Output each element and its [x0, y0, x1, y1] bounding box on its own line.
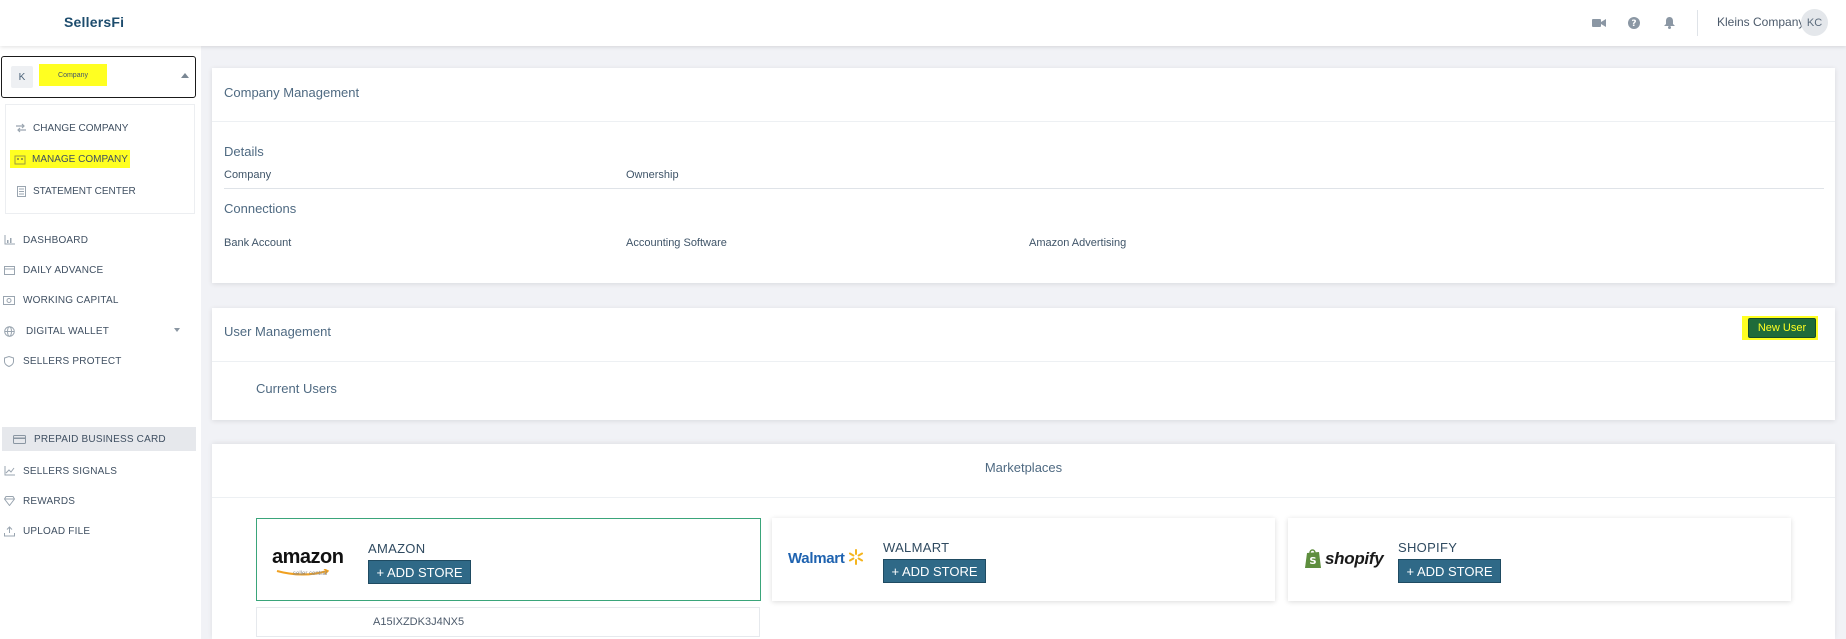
card-divider [212, 121, 1835, 122]
company-menu: CHANGE COMPANY MANAGE COMPANY STATEMENT … [5, 104, 195, 214]
bell-icon[interactable] [1659, 13, 1679, 33]
amazon-store-id: A15IXZDK3J4NX5 [373, 616, 465, 628]
connection-accounting-software[interactable]: Accounting Software [626, 237, 727, 249]
new-user-button[interactable]: New User [1748, 318, 1816, 338]
sidebar-item-label: UPLOAD FILE [23, 525, 91, 537]
sidebar-item-upload-file[interactable]: UPLOAD FILE [0, 519, 196, 543]
caret-up-icon [181, 73, 189, 78]
document-icon [13, 184, 29, 198]
svg-text:?: ? [1631, 19, 1636, 29]
menu-item-label: MANAGE COMPANY [32, 153, 128, 165]
company-avatar: K [11, 66, 33, 88]
sidebar-item-daily-advance[interactable]: DAILY ADVANCE [0, 258, 196, 282]
menu-item-statement-center[interactable]: STATEMENT CENTER [6, 180, 136, 202]
sidebar-item-label: REWARDS [23, 495, 76, 507]
connection-amazon-advertising[interactable]: Amazon Advertising [1029, 237, 1126, 249]
chart-icon [2, 233, 16, 247]
sidebar-item-sellers-signals[interactable]: SELLERS SIGNALS [0, 459, 196, 483]
calendar-icon [2, 263, 16, 277]
user-management-card: User Management New User Current Users [212, 308, 1835, 420]
sidebar-item-label: SELLERS SIGNALS [23, 465, 118, 477]
marketplaces-title: Marketplaces [984, 460, 1063, 475]
company-name: Company [39, 64, 107, 86]
user-management-title: User Management [224, 324, 331, 339]
add-store-button-walmart[interactable]: + ADD STORE [883, 559, 986, 583]
sidebar-item-label: DAILY ADVANCE [23, 264, 104, 276]
card-divider [212, 497, 1835, 498]
amazon-logo: amazon [272, 546, 344, 568]
amazon-store-row[interactable]: A15IXZDK3J4NX5 [256, 607, 760, 637]
company-selector[interactable]: K Company [1, 56, 196, 98]
top-bar: SellersFi ? Kleins Company KC [0, 0, 1846, 46]
sidebar-item-dashboard[interactable]: DASHBOARD [0, 228, 196, 252]
menu-item-label: STATEMENT CENTER [33, 185, 136, 197]
marketplace-name-amazon: AMAZON [368, 541, 426, 556]
sidebar-item-label: DIGITAL WALLET [26, 325, 110, 337]
marketplace-name-walmart: WALMART [883, 540, 950, 555]
sidebar-item-label: DASHBOARD [23, 234, 89, 246]
sidebar-item-label: WORKING CAPITAL [23, 294, 119, 306]
sidebar-item-prepaid-business-card[interactable]: PREPAID BUSINESS CARD [2, 427, 196, 451]
walmart-spark-icon [848, 549, 864, 565]
chevron-down-icon [174, 328, 180, 332]
company-management-title: Company Management [224, 85, 360, 100]
user-name[interactable]: Kleins Company [1717, 15, 1804, 29]
sidebar-item-digital-wallet[interactable]: DIGITAL WALLET [0, 319, 196, 343]
gem-icon [2, 494, 16, 508]
current-users-title: Current Users [256, 381, 337, 396]
shield-icon [2, 354, 16, 368]
video-icon[interactable] [1589, 13, 1609, 33]
sidebar-item-rewards[interactable]: REWARDS [0, 489, 196, 513]
walmart-logo: Walmart [788, 550, 845, 567]
app-logo[interactable]: SellersFi [64, 14, 124, 30]
sidebar-item-working-capital[interactable]: WORKING CAPITAL [0, 288, 196, 312]
shopify-logo: shopify [1325, 549, 1384, 568]
trend-icon [2, 464, 16, 478]
marketplace-name-shopify: SHOPIFY [1398, 540, 1458, 555]
marketplace-card-shopify[interactable]: S shopify SHOPIFY + ADD STORE [1288, 518, 1791, 601]
upload-icon [2, 524, 16, 538]
sidebar-item-label: SELLERS PROTECT [23, 355, 122, 367]
shopify-bag-icon: S [1305, 549, 1321, 568]
connections-title: Connections [224, 201, 297, 216]
help-icon[interactable]: ? [1624, 13, 1644, 33]
details-col-ownership: Ownership [626, 169, 679, 181]
company-management-card: Company Management Details Company Owner… [212, 68, 1835, 283]
sidebar-item-sellers-protect[interactable]: SELLERS PROTECT [0, 349, 196, 373]
menu-item-change-company[interactable]: CHANGE COMPANY [6, 117, 194, 139]
sidebar-item-label: PREPAID BUSINESS CARD [34, 433, 166, 445]
add-store-button-shopify[interactable]: + ADD STORE [1398, 559, 1501, 583]
marketplace-card-amazon[interactable]: amazon seller central AMAZON + ADD STORE [256, 518, 761, 601]
menu-item-label: CHANGE COMPANY [33, 122, 129, 134]
building-icon [12, 152, 28, 166]
svg-text:S: S [1309, 556, 1316, 567]
details-col-company: Company [224, 169, 272, 181]
details-divider [224, 188, 1824, 189]
connection-bank-account[interactable]: Bank Account [224, 237, 291, 249]
add-store-button-amazon[interactable]: + ADD STORE [368, 560, 471, 584]
details-title: Details [224, 144, 264, 159]
swap-icon [13, 121, 29, 135]
amazon-logo-subtitle: seller central [293, 571, 328, 577]
marketplace-card-walmart[interactable]: Walmart WALMART + ADD STORE [772, 518, 1275, 601]
card-divider [212, 361, 1835, 362]
card-icon [12, 432, 26, 446]
top-divider [1697, 10, 1698, 36]
user-avatar[interactable]: KC [1801, 9, 1828, 36]
globe-icon [2, 324, 16, 338]
sidebar: K Company CHANGE COMPANY MANAGE COMPANY … [0, 46, 201, 639]
highlight-mark: MANAGE COMPANY [10, 150, 130, 168]
menu-item-manage-company[interactable]: MANAGE COMPANY [10, 148, 130, 170]
cash-icon [2, 293, 16, 307]
